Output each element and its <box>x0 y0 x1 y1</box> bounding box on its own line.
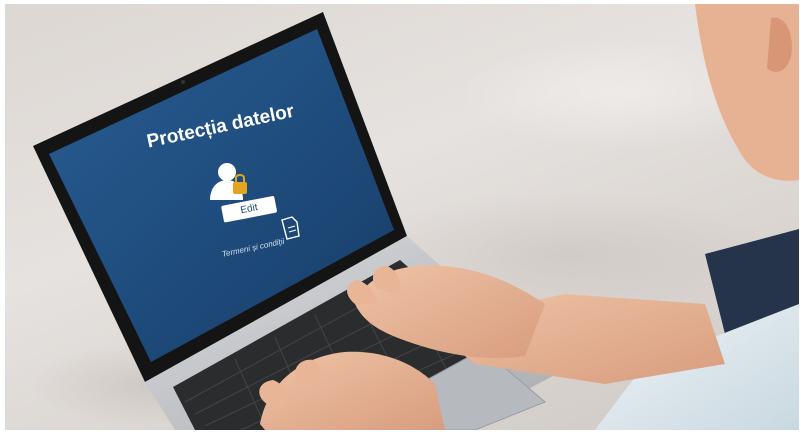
laptop-illustration <box>33 4 799 430</box>
photo-scene: Protecția datelor Edit Termeni și condiț… <box>5 4 799 430</box>
webcam <box>181 80 185 84</box>
